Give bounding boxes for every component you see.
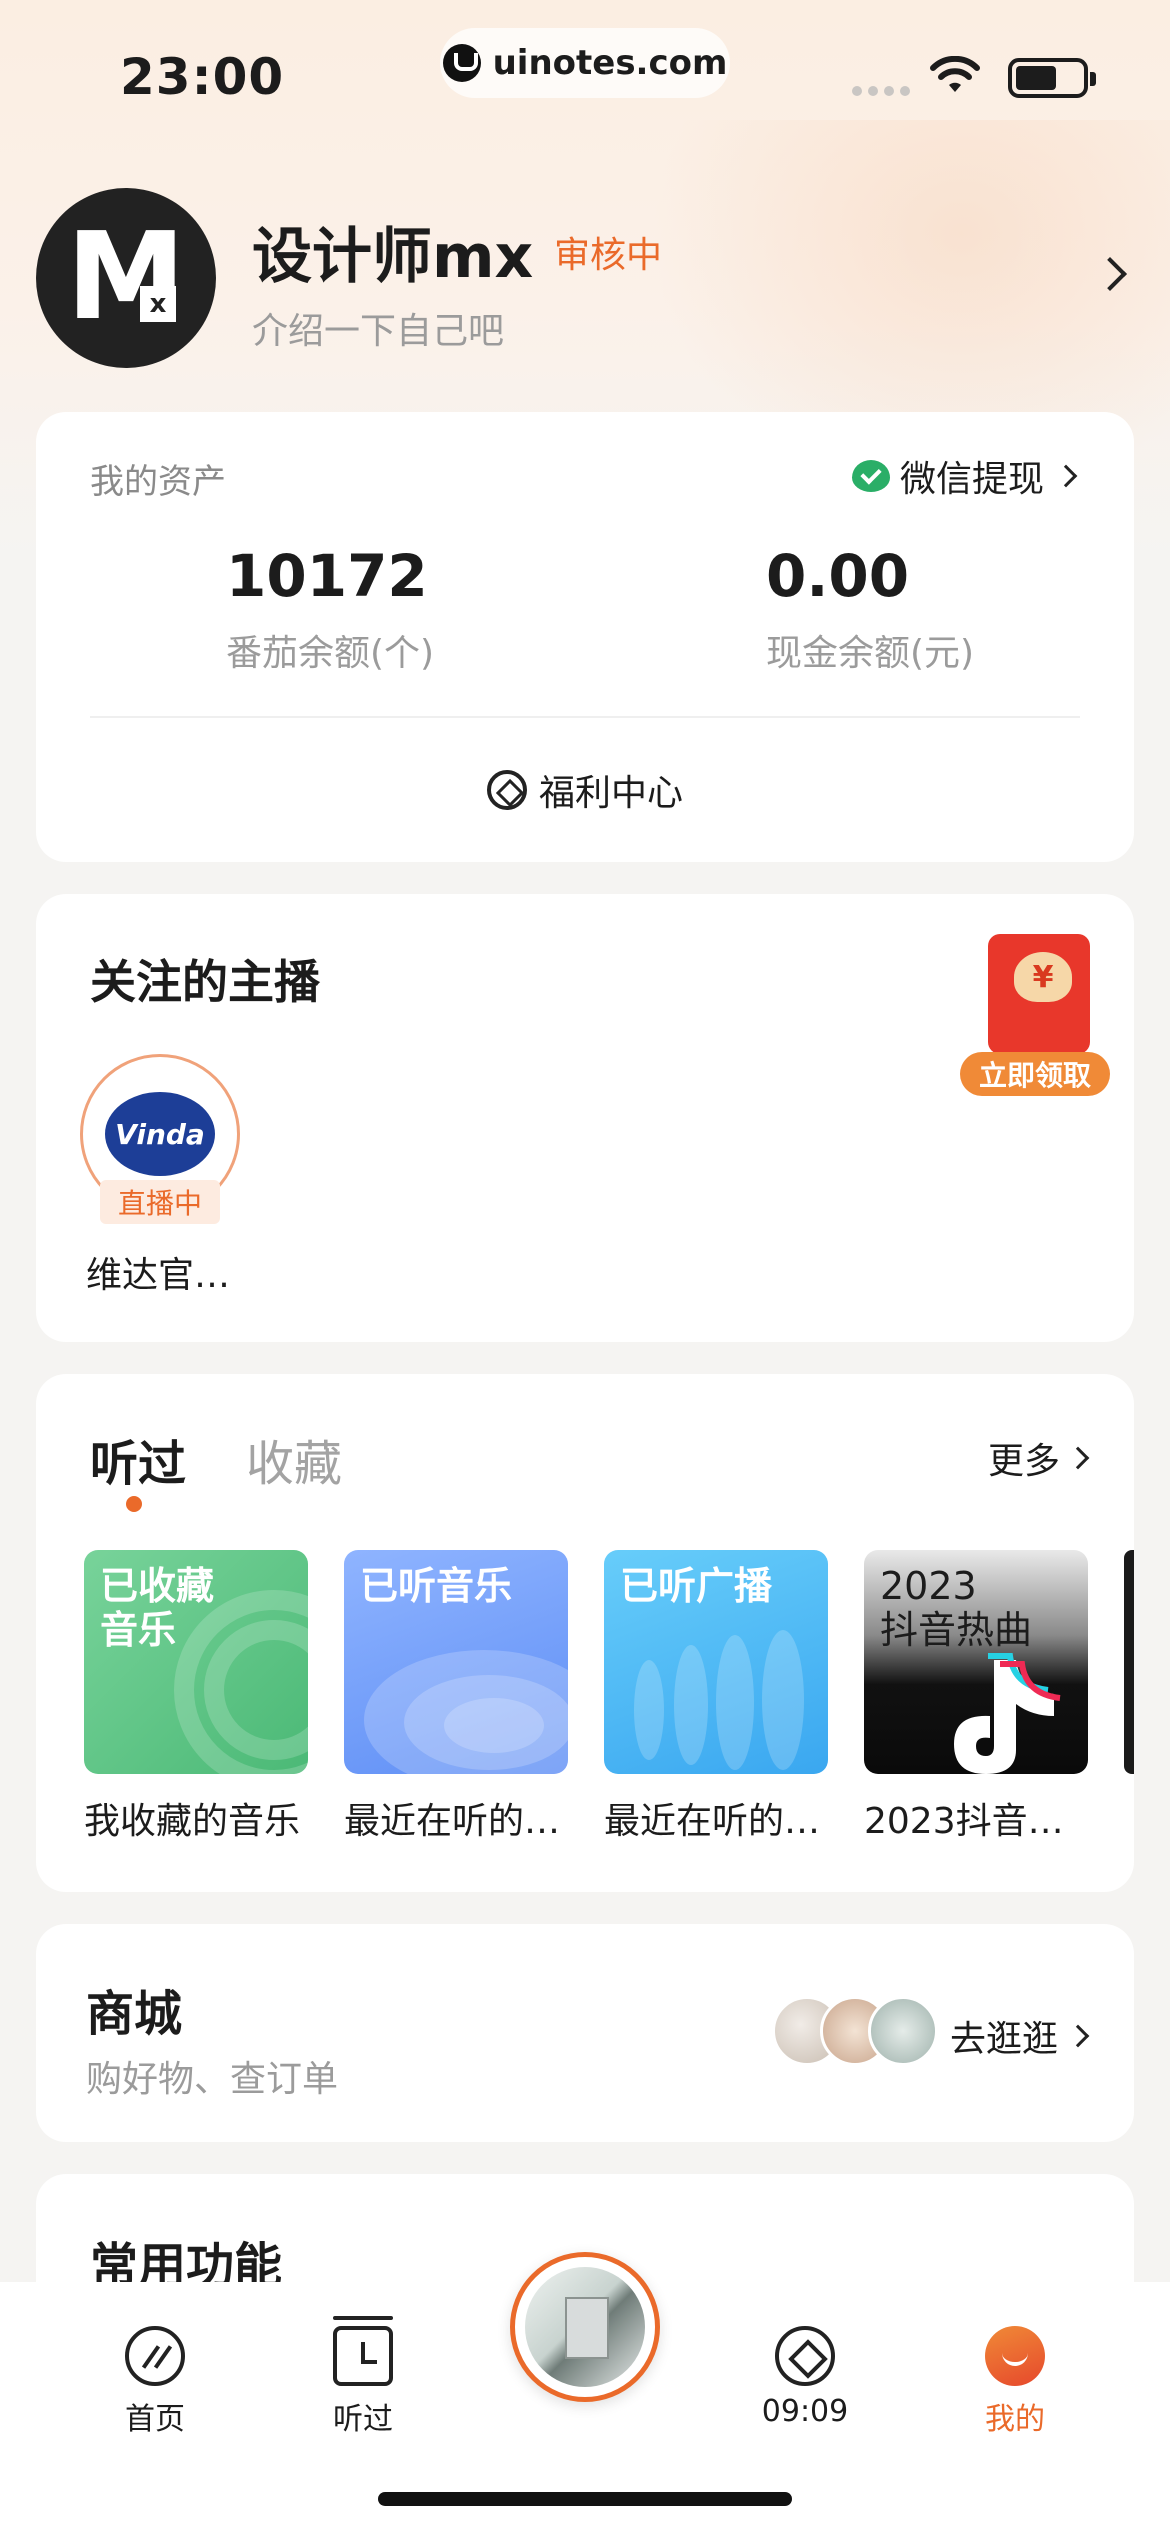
shop-go-button[interactable]: 去逛逛 bbox=[949, 2010, 1090, 2062]
home-icon bbox=[125, 2326, 185, 2386]
wechat-withdraw-button[interactable]: 微信提现 bbox=[851, 450, 1078, 502]
tomato-balance-label: 番茄余额(个) bbox=[226, 633, 435, 674]
cash-balance-label: 现金余额(元) bbox=[766, 633, 975, 674]
more-label: 更多 bbox=[987, 1441, 1060, 1482]
playlist-caption[interactable]: 最近在听的… bbox=[344, 1792, 584, 1844]
profile-name[interactable]: 设计师mx bbox=[252, 208, 533, 295]
url-text: uinotes.com bbox=[492, 43, 728, 83]
playlist-caption[interactable]: 最近在听的… bbox=[604, 1792, 844, 1844]
history-card: 听过 收藏 更多 已收藏 音乐 我收藏的音乐 已听音乐 最近在听的… 已听广播 … bbox=[36, 1374, 1134, 1892]
tab-me[interactable]: 我的 bbox=[940, 2304, 1090, 2438]
tab-listened[interactable]: 听过 bbox=[90, 1424, 186, 1494]
battery-icon bbox=[1008, 58, 1096, 98]
active-tab-indicator bbox=[126, 1496, 142, 1512]
more-button[interactable]: 更多 bbox=[987, 1432, 1090, 1484]
playlist-cover-peek[interactable] bbox=[1124, 1550, 1134, 1774]
product-thumbnail bbox=[868, 1996, 938, 2066]
playlist-cover[interactable]: 已听音乐 bbox=[344, 1550, 568, 1774]
red-packet-button[interactable]: ¥ 立即领取 bbox=[960, 934, 1110, 1096]
cash-balance[interactable]: 0.00 bbox=[766, 542, 909, 610]
explore-icon bbox=[775, 2326, 835, 2386]
welfare-center-button[interactable]: 福利中心 bbox=[36, 764, 1134, 816]
wifi-icon bbox=[930, 56, 980, 92]
followed-anchors-card: 关注的主播 ¥ 立即领取 Vinda 直播中 维达官… bbox=[36, 894, 1134, 1342]
tab-home[interactable]: 首页 bbox=[80, 2304, 230, 2438]
welfare-icon bbox=[486, 770, 527, 810]
assets-card: 我的资产 微信提现 10172 番茄余额(个) 0.00 现金余额(元) 福利中… bbox=[36, 412, 1134, 862]
tab-label: 首页 bbox=[125, 2402, 185, 2437]
red-packet-coin: ¥ bbox=[1014, 952, 1072, 1002]
shop-title: 商城 bbox=[86, 1986, 183, 2042]
shop-card[interactable]: 商城 购好物、查订单 去逛逛 bbox=[36, 1924, 1134, 2142]
cover-text: 已听广播 bbox=[620, 1564, 773, 1608]
cover-text: 已听音乐 bbox=[360, 1564, 513, 1608]
assets-title: 我的资产 bbox=[90, 462, 226, 502]
live-badge: 直播中 bbox=[100, 1180, 220, 1224]
chevron-right-icon bbox=[1054, 464, 1078, 488]
playlist-caption[interactable]: 2023抖音… bbox=[864, 1792, 1104, 1844]
anchor-name[interactable]: 维达官… bbox=[86, 1246, 230, 1298]
tab-label: 我的 bbox=[985, 2402, 1045, 2437]
history-icon bbox=[333, 2316, 393, 2386]
avatar[interactable]: M x bbox=[36, 188, 216, 368]
chevron-right-icon bbox=[1066, 2024, 1090, 2048]
cover-text: 已收藏 音乐 bbox=[100, 1564, 215, 1652]
profile-bio[interactable]: 介绍一下自己吧 bbox=[252, 302, 504, 354]
tab-favorites[interactable]: 收藏 bbox=[246, 1424, 342, 1494]
tomato-balance[interactable]: 10172 bbox=[226, 542, 428, 610]
red-packet-label: 立即领取 bbox=[960, 1052, 1110, 1096]
wechat-withdraw-label: 微信提现 bbox=[899, 459, 1044, 500]
shop-subtitle: 购好物、查订单 bbox=[86, 2059, 339, 2100]
tab-label: 听过 bbox=[333, 2402, 393, 2437]
album-art bbox=[525, 2267, 645, 2387]
cellular-signal-icon bbox=[852, 86, 910, 96]
url-pill[interactable]: uinotes.com bbox=[440, 28, 730, 98]
tab-history[interactable]: 听过 bbox=[288, 2304, 438, 2438]
playlist-cover[interactable]: 已听广播 bbox=[604, 1550, 828, 1774]
vinda-logo: Vinda bbox=[105, 1092, 215, 1176]
review-status-badge: 审核中 bbox=[554, 235, 663, 276]
status-bar: 23:00 uinotes.com bbox=[0, 0, 1170, 140]
site-logo-icon bbox=[442, 44, 481, 82]
playlist-caption[interactable]: 我收藏的音乐 bbox=[84, 1792, 324, 1844]
playlist-cover[interactable]: 已收藏 音乐 bbox=[84, 1550, 308, 1774]
me-icon bbox=[985, 2326, 1045, 2386]
tab-explore[interactable]: 09:09 bbox=[730, 2304, 880, 2429]
wechat-icon bbox=[851, 460, 890, 492]
home-indicator bbox=[378, 2492, 792, 2506]
shop-product-thumbnails bbox=[772, 1996, 942, 2066]
divider bbox=[90, 716, 1080, 718]
tiktok-logo-icon bbox=[954, 1653, 1061, 1774]
avatar-sub: x bbox=[140, 286, 176, 322]
now-playing-disc[interactable] bbox=[510, 2252, 660, 2402]
shop-link-label: 去逛逛 bbox=[949, 2019, 1058, 2060]
tab-label: 09:09 bbox=[761, 2394, 849, 2429]
red-packet-icon: ¥ bbox=[988, 934, 1090, 1054]
followed-anchors-title: 关注的主播 bbox=[90, 955, 320, 1009]
chevron-right-icon bbox=[1066, 1446, 1090, 1470]
cover-text: 2023 抖音热曲 bbox=[880, 1564, 1033, 1652]
welfare-label: 福利中心 bbox=[538, 773, 683, 814]
playlist-cover[interactable]: 2023 抖音热曲 bbox=[864, 1550, 1088, 1774]
status-time: 23:00 bbox=[120, 48, 285, 106]
